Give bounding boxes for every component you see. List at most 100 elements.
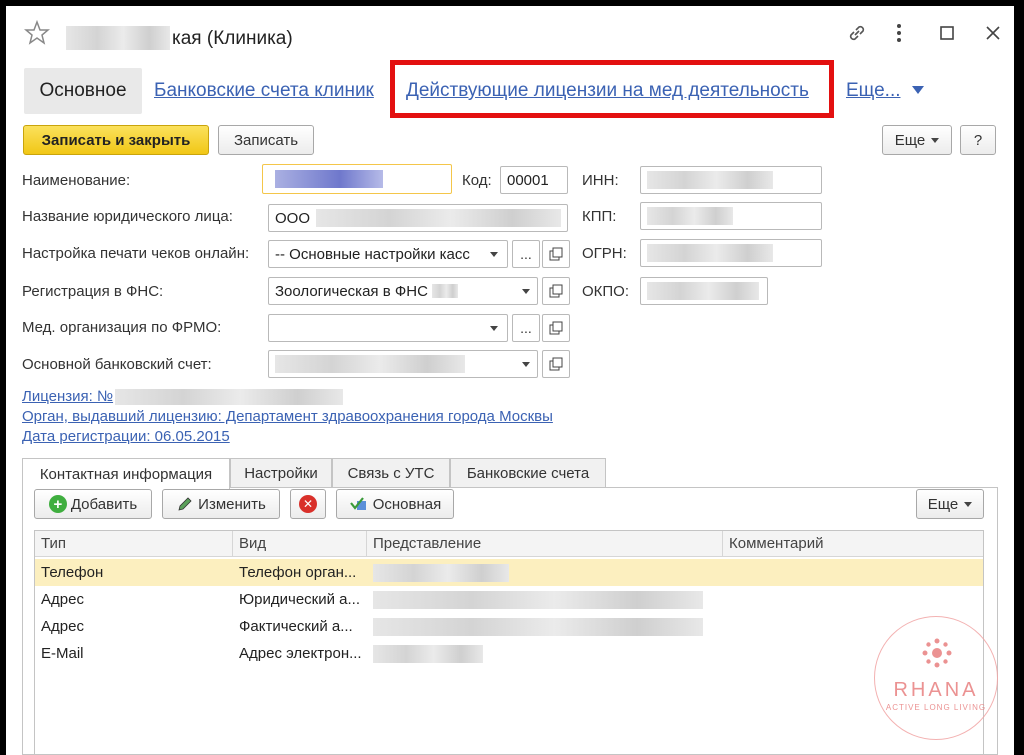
redacted-okpo [647,282,759,300]
okpo-label: ОКПО: [582,283,630,300]
watermark-tagline: ACTIVE LONG LIVING [885,703,987,712]
open-icon[interactable] [542,314,570,342]
frmo-label: Мед. организация по ФРМО: [22,319,222,336]
more-button[interactable]: Еще [882,125,952,155]
contacts-more-label: Еще [927,495,959,513]
delete-icon: ✕ [299,495,317,513]
bank-account-label: Основной банковский счет: [22,356,212,373]
tab-settings[interactable]: Настройки [230,458,332,488]
redacted-representation [373,644,483,663]
print-settings-label: Настройка печати чеков онлайн: [22,245,250,262]
table-row[interactable]: Адрес Фактический а... [35,613,983,640]
license-date-link[interactable]: Дата регистрации: 06.05.2015 [22,428,230,445]
link-icon[interactable] [844,20,870,46]
set-main-label: Основная [372,495,442,513]
save-button[interactable]: Записать [218,125,314,155]
license-issuer-link[interactable]: Орган, выдавший лицензию: Департамент зд… [22,408,553,425]
kpp-input[interactable] [640,202,822,230]
edit-button[interactable]: Изменить [162,489,280,519]
redacted-representation [373,617,703,636]
column-header-type[interactable]: Тип [35,531,233,557]
chevron-down-icon[interactable] [912,86,924,94]
license-number-link[interactable]: Лицензия: № [22,388,113,405]
code-input[interactable]: 00001 [500,166,568,194]
print-settings-select[interactable]: -- Основные настройки касс [268,240,508,268]
cell-kind: Телефон орган... [239,564,357,581]
tab-contact-info[interactable]: Контактная информация [22,458,230,489]
license-number-row: Лицензия: № [22,388,344,405]
redacted-bank-account [275,355,465,373]
redacted-name [275,170,383,188]
chevron-down-icon[interactable] [512,277,540,305]
tab-uts[interactable]: Связь с УТС [332,458,450,488]
inn-label: ИНН: [582,172,619,189]
code-label: Код: [462,172,492,189]
cell-type: Адрес [41,618,84,635]
cell-kind: Фактический а... [239,618,353,635]
table-row[interactable]: Телефон Телефон орган... [35,559,983,586]
chevron-down-icon [964,501,973,507]
redacted-fns [431,284,458,298]
column-header-comment[interactable]: Комментарий [723,531,983,557]
add-label: Добавить [70,495,138,513]
redacted-inn [647,171,773,189]
pencil-icon [178,497,192,511]
contacts-table: Тип Вид Представление Комментарий Телефо… [34,530,984,755]
cell-type: Телефон [41,564,104,581]
set-main-button[interactable]: Основная [336,489,454,519]
open-icon[interactable] [542,277,570,305]
frmo-select[interactable] [268,314,508,342]
chevron-down-icon [931,137,940,143]
ogrn-label: ОГРН: [582,245,627,262]
tab-bank-accounts[interactable]: Банковские счета [450,458,606,488]
close-icon[interactable] [980,20,1006,46]
bank-account-select[interactable] [268,350,538,378]
redacted-representation [373,590,703,609]
menu-icon[interactable] [886,20,912,46]
select-button[interactable]: ... [512,240,540,268]
name-label: Наименование: [22,172,131,189]
open-icon[interactable] [542,350,570,378]
redacted-ogrn [647,244,773,262]
nav-main[interactable]: Основное [24,68,142,114]
nav-bank-accounts[interactable]: Банковские счета клиник [154,80,374,102]
open-icon[interactable] [542,240,570,268]
checkmark-icon [349,497,366,510]
chevron-down-icon[interactable] [512,350,540,378]
redacted-legal-name [316,209,561,227]
fns-label: Регистрация в ФНС: [22,283,164,300]
select-button[interactable]: ... [512,314,540,342]
save-close-button[interactable]: Записать и закрыть [23,125,209,155]
contacts-more-button[interactable]: Еще [916,489,984,519]
chevron-down-icon[interactable] [480,314,508,342]
chevron-down-icon[interactable] [480,240,508,268]
rhana-watermark: RHANA ACTIVE LONG LIVING [874,616,998,740]
more-label: Еще [894,131,926,149]
redacted-title [66,26,170,50]
star-icon[interactable] [23,19,51,46]
column-header-representation[interactable]: Представление [367,531,723,557]
redacted-representation [373,563,509,582]
nav-more[interactable]: Еще... [846,80,901,102]
table-row[interactable]: Адрес Юридический а... [35,586,983,613]
column-header-kind[interactable]: Вид [233,531,367,557]
redacted-license-number [115,388,344,405]
okpo-input[interactable] [640,277,768,305]
inn-input[interactable] [640,166,822,194]
table-row[interactable]: E-Mail Адрес электрон... [35,640,983,667]
cell-kind: Адрес электрон... [239,645,362,662]
add-button[interactable]: + Добавить [34,489,152,519]
delete-button[interactable]: ✕ [290,489,326,519]
help-button[interactable]: ? [960,125,996,155]
legal-name-input[interactable]: ООО [268,204,568,232]
edit-label: Изменить [198,495,266,513]
ogrn-input[interactable] [640,239,822,267]
watermark-brand: RHANA [893,679,979,701]
rhana-logo-icon [922,638,952,668]
cell-type: E-Mail [41,645,84,662]
maximize-icon[interactable] [934,20,960,46]
name-input[interactable] [262,164,452,194]
print-settings-value: -- Основные настройки касс [275,245,470,263]
fns-select[interactable]: Зоологическая в ФНС [268,277,538,305]
cell-type: Адрес [41,591,84,608]
